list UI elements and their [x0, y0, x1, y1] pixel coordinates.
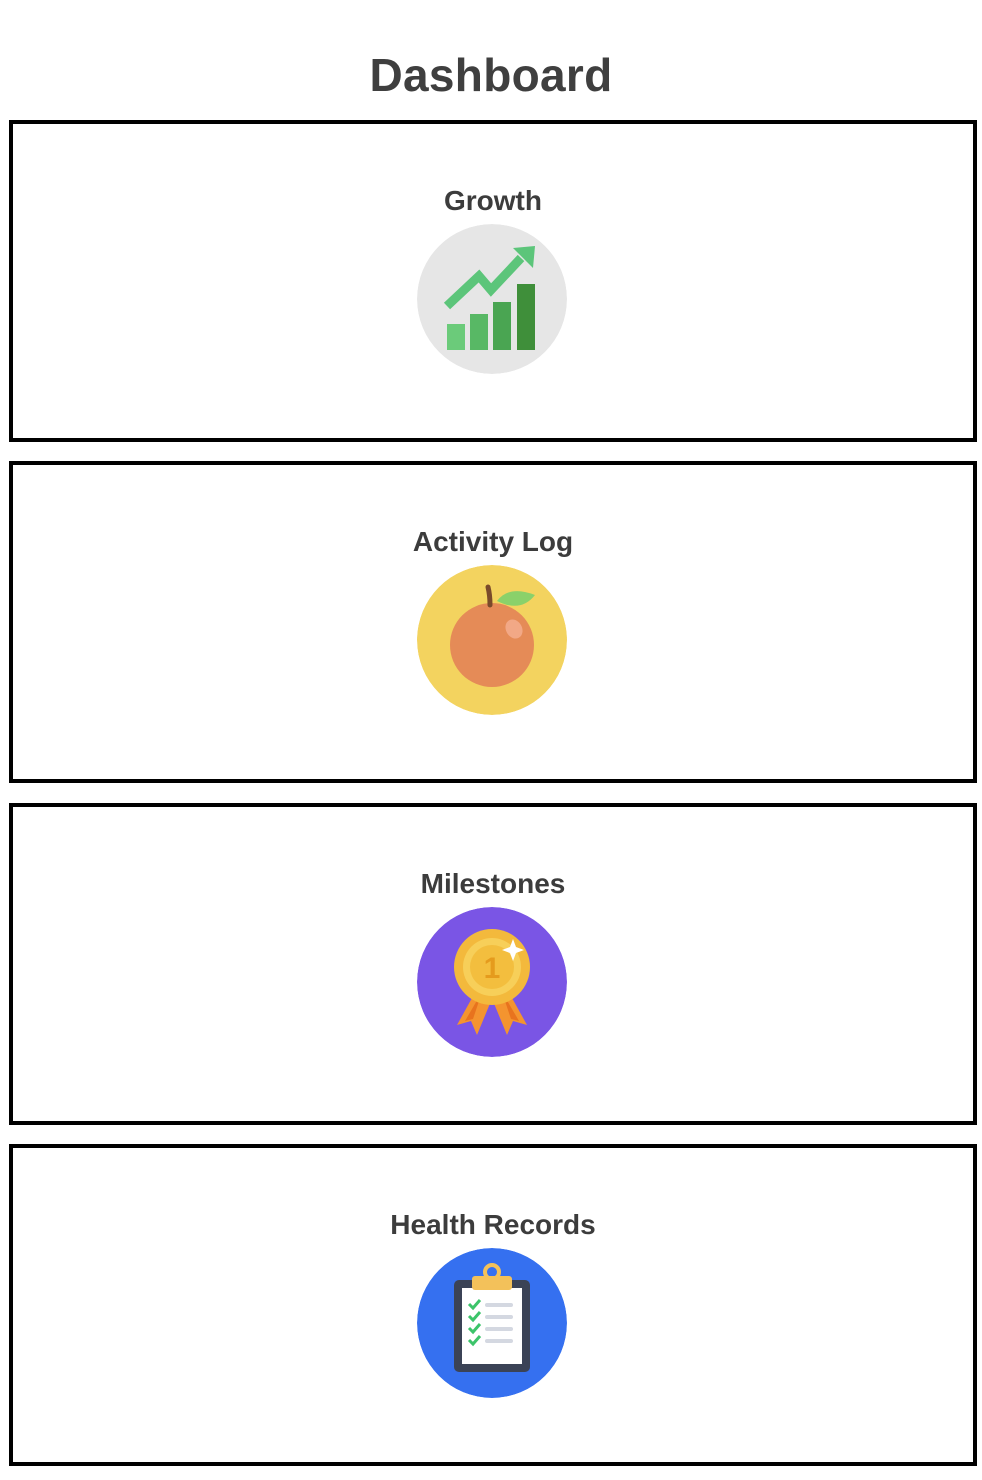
orange-fruit-icon	[417, 565, 567, 715]
card-growth[interactable]: Growth	[9, 120, 977, 442]
card-label: Growth	[444, 185, 542, 216]
card-label: Health Records	[390, 1209, 596, 1240]
dashboard-page: Dashboard Growth Activity Log Milestones…	[0, 0, 982, 1480]
growth-chart-icon	[417, 224, 567, 374]
svg-text:1: 1	[484, 952, 501, 985]
card-label: Milestones	[420, 868, 566, 899]
card-milestones[interactable]: Milestones 1	[9, 803, 977, 1125]
award-medal-icon: 1	[417, 907, 567, 1057]
page-title: Dashboard	[369, 48, 613, 101]
card-activity-log[interactable]: Activity Log	[9, 461, 977, 783]
card-health-records[interactable]: Health Records	[9, 1144, 977, 1466]
card-label: Activity Log	[412, 526, 574, 557]
clipboard-checklist-icon	[417, 1248, 567, 1398]
